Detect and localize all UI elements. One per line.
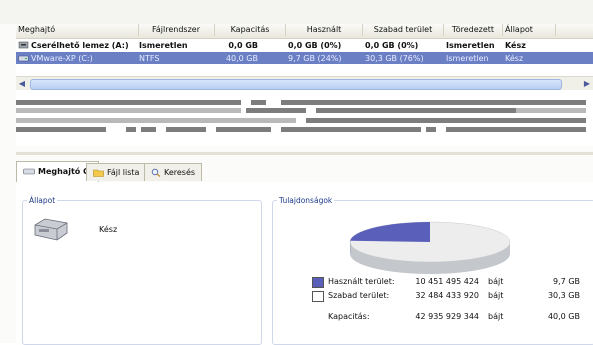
used-cell: 0,0 GB (0%) <box>288 40 341 51</box>
pie-used-slice <box>350 222 430 242</box>
properties-group-title: Tulajdonságok <box>277 196 334 205</box>
fragmented-cell: Ismeretlen <box>446 53 489 64</box>
tab-file-list[interactable]: Fájl lista <box>86 163 146 181</box>
toolbar-strip <box>0 0 593 24</box>
search-icon <box>151 168 161 177</box>
column-header-used[interactable]: Használt <box>286 24 363 36</box>
free-cell: 0,0 GB (0%) <box>365 40 418 51</box>
free-cell: 30,3 GB (76%) <box>365 53 424 64</box>
drive-name-cell: VMware-XP (C:) <box>18 53 93 64</box>
tab-strip: Meghajtó C: Fájl lista Keresés <box>16 160 593 183</box>
tab-content-pane: Állapot Kész Tulajdonságok Használt terü… <box>16 182 593 343</box>
drive-name-cell: Cserélhető lemez (A:) <box>18 40 129 51</box>
used-swatch <box>312 277 324 288</box>
scrollbar-thumb[interactable] <box>30 79 562 90</box>
tab-search[interactable]: Keresés <box>144 163 202 181</box>
column-header-drive[interactable]: Meghajtó <box>16 24 139 36</box>
defragmenter-window: Meghajtó Fájlrendszer Kapacitás Használt… <box>0 0 593 343</box>
column-header-filesystem[interactable]: Fájlrendszer <box>138 24 215 36</box>
filesystem-cell: Ismeretlen <box>139 40 188 51</box>
column-header-status[interactable]: Állapot <box>503 24 556 36</box>
table-row[interactable]: VMware-XP (C:) NTFS 40,0 GB 9,7 GB (24%)… <box>16 52 593 64</box>
fragmented-cell: Ismeretlen <box>446 40 495 51</box>
cluster-map-graphic <box>16 96 593 146</box>
floppy-drive-icon <box>18 41 29 49</box>
scroll-left-icon[interactable]: ◀ <box>16 78 28 89</box>
scroll-right-icon[interactable]: ▶ <box>581 78 593 89</box>
used-cell: 9,7 GB (24%) <box>288 53 342 64</box>
drive-icon <box>23 167 35 176</box>
hard-drive-icon <box>33 217 69 243</box>
filesystem-cell: NTFS <box>139 53 159 64</box>
pane-splitter[interactable] <box>16 152 593 155</box>
drive-list-header: Meghajtó Fájlrendszer Kapacitás Használt… <box>16 24 593 39</box>
capacity-cell: 0,0 GB <box>218 40 258 51</box>
free-swatch <box>312 291 324 302</box>
hard-drive-icon <box>18 54 29 62</box>
disk-usage-pie <box>346 214 526 280</box>
table-row[interactable]: Cserélhető lemez (A:) Ismeretlen 0,0 GB … <box>16 39 593 51</box>
status-cell: Kész <box>505 53 523 64</box>
horizontal-scrollbar[interactable]: ◀ ▶ <box>16 76 593 90</box>
cluster-map <box>16 96 593 146</box>
status-group: Állapot Kész <box>22 200 262 345</box>
status-cell: Kész <box>505 40 526 51</box>
capacity-cell: 40,0 GB <box>218 53 258 64</box>
column-header-capacity[interactable]: Kapacitás <box>215 24 286 36</box>
status-group-title: Állapot <box>27 196 57 205</box>
column-header-fragmented[interactable]: Töredezett <box>444 24 503 36</box>
folder-icon <box>93 168 104 177</box>
column-header-free[interactable]: Szabad terület <box>363 24 444 36</box>
status-text: Kész <box>99 225 117 234</box>
